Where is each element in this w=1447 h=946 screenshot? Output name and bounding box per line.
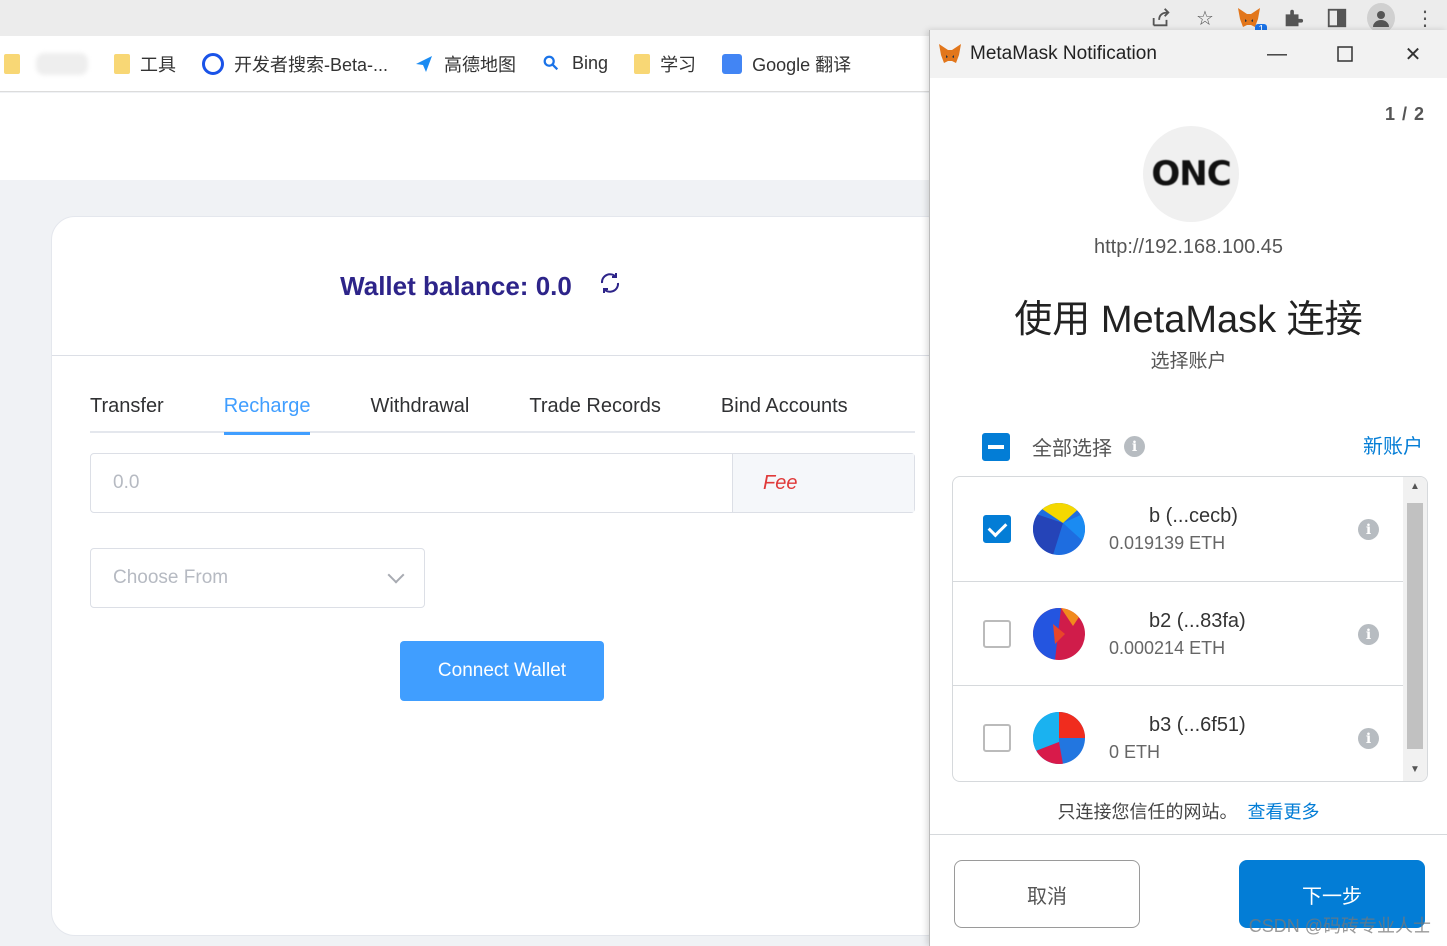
translate-icon [722,53,743,74]
scroll-up-icon[interactable]: ▲ [1403,481,1427,492]
tab-trade-records[interactable]: Trade Records [529,379,661,433]
connect-wallet-button[interactable]: Connect Wallet [400,641,604,701]
refresh-icon[interactable] [598,271,622,302]
bookmark-item[interactable]: 高德地图 [414,51,516,77]
account-list: b (...cecb) 0.019139 ETH i b2 (...83fa) … [952,476,1428,782]
account-row[interactable]: b2 (...83fa) 0.000214 ETH i [953,582,1405,686]
cancel-button[interactable]: 取消 [954,860,1140,928]
metamask-extension-icon[interactable]: 1 [1235,4,1267,36]
divider [930,834,1447,835]
account-row[interactable]: b3 (...6f51) 0 ETH i [953,686,1405,781]
account-checkbox[interactable] [983,620,1011,648]
page-counter: 1 / 2 [1384,104,1425,124]
tab-bind-accounts[interactable]: Bind Accounts [721,379,848,433]
bookmark-item[interactable]: Google 翻译 [722,51,851,77]
minimize-icon[interactable]: — [1243,30,1311,78]
bookmark-star-icon[interactable]: ☆ [1191,4,1219,32]
metamask-window: MetaMask Notification — ✕ 1 / 2 ONC http… [929,30,1447,946]
account-identicon [1033,712,1085,764]
bookmark-item[interactable]: 工具 [114,51,176,77]
account-balance: 0.000214 ETH [1109,638,1226,658]
bookmark-item[interactable] [4,52,88,75]
bookmark-label: 开发者搜索-Beta-... [234,54,389,75]
account-name: b2 (...83fa) [1109,610,1246,632]
close-icon[interactable]: ✕ [1379,30,1447,78]
select-all-row: 全部选择 i [982,432,1145,461]
select-account-subheading: 选择账户 [1150,351,1227,372]
amap-icon [414,54,434,74]
metamask-fox-icon [939,44,961,63]
bookmark-item[interactable]: 开发者搜索-Beta-... [202,51,388,77]
search-icon [542,54,562,74]
info-icon[interactable]: i [1124,436,1145,457]
amount-input[interactable] [91,454,732,512]
fee-label: Fee [732,454,914,512]
folder-icon [634,53,651,74]
metamask-titlebar: MetaMask Notification — ✕ [930,30,1447,78]
bookmark-label: Google 翻译 [752,54,852,75]
watermark: CSDN @码砖专业人士 [1248,916,1431,936]
select-all-label: 全部选择 [1032,438,1112,460]
wallet-card: Wallet balance: 0.0 Transfer Recharge Wi… [51,216,951,936]
extensions-puzzle-icon[interactable] [1279,4,1307,32]
devsearch-icon [202,52,224,75]
account-list-scrollbar[interactable]: ▲ ▼ [1403,477,1427,781]
choose-from-select[interactable]: Choose From [90,548,425,608]
bookmark-label: 工具 [140,54,176,75]
page-header [0,93,930,180]
info-icon[interactable]: i [1358,728,1379,749]
learn-more-link[interactable]: 查看更多 [1248,802,1320,822]
account-checkbox[interactable] [983,515,1011,543]
account-name: b3 (...6f51) [1109,714,1246,736]
trust-notice: 只连接您信任的网站。 查看更多 [930,798,1447,824]
blurred-label [36,52,88,75]
folder-icon [114,53,130,74]
account-name: b (...cecb) [1109,505,1238,527]
select-all-checkbox[interactable] [982,432,1010,461]
bookmark-item[interactable]: 学习 [634,51,696,77]
window-title: MetaMask Notification [970,43,1157,64]
balance-row: Wallet balance: 0.0 [52,217,950,356]
bookmark-label: 高德地图 [444,54,517,75]
tab-bar: Transfer Recharge Withdrawal Trade Recor… [90,379,915,435]
bookmark-label: Bing [572,53,609,73]
choose-from-placeholder: Choose From [113,567,229,588]
account-balance: 0 ETH [1109,742,1161,762]
folder-icon [4,53,20,74]
more-menu-icon[interactable]: ⋮ [1411,4,1439,32]
site-logo: ONC [1143,126,1239,222]
tab-transfer[interactable]: Transfer [90,379,164,433]
info-icon[interactable]: i [1358,624,1379,645]
site-url: http://192.168.100.45 [1093,236,1284,258]
account-checkbox[interactable] [983,724,1011,752]
account-row[interactable]: b (...cecb) 0.019139 ETH i [953,477,1405,581]
maximize-icon[interactable] [1311,30,1379,78]
account-identicon [1033,503,1085,555]
site-logo-text: ONC [1151,154,1231,194]
amount-field: Fee [90,453,915,513]
wallet-balance: Wallet balance: 0.0 [340,270,572,301]
bookmark-label: 学习 [660,54,697,75]
account-balance: 0.019139 ETH [1109,533,1226,553]
bookmark-item[interactable]: Bing [542,53,608,74]
profile-avatar-icon[interactable] [1367,3,1395,33]
tab-recharge[interactable]: Recharge [223,379,310,435]
tab-withdrawal[interactable]: Withdrawal [370,379,469,433]
info-icon[interactable]: i [1358,519,1379,540]
scroll-thumb[interactable] [1407,503,1423,749]
new-account-link[interactable]: 新账户 [1363,430,1423,459]
account-identicon [1033,608,1085,660]
chevron-down-icon [387,566,405,584]
scroll-down-icon[interactable]: ▼ [1403,764,1427,775]
share-icon[interactable] [1147,4,1175,32]
sidepanel-icon[interactable] [1323,4,1351,32]
trust-text: 只连接您信任的网站。 [1057,802,1238,822]
connect-heading: 使用 MetaMask 连接 [1014,299,1363,341]
